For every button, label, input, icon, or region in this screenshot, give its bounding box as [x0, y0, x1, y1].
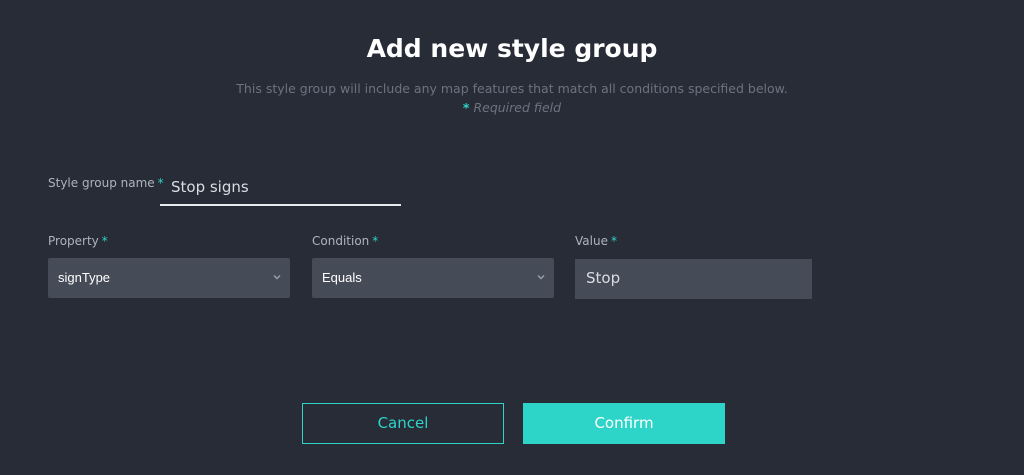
value-label: Value * [575, 234, 617, 248]
required-star: * [462, 100, 470, 115]
style-group-name-label-text: Style group name [48, 176, 155, 190]
condition-select-value: Equals [322, 270, 362, 285]
property-label: Property * [48, 234, 108, 248]
dialog-title: Add new style group [366, 34, 658, 63]
condition-label-text: Condition [312, 234, 370, 248]
required-star: * [101, 234, 108, 248]
condition-label: Condition * [312, 234, 378, 248]
confirm-button[interactable]: Confirm [523, 403, 725, 444]
required-text: Required field [473, 100, 562, 115]
value-input-value: Stop [586, 269, 621, 287]
chevron-down-icon [273, 275, 281, 280]
required-field-note: * Required field [0, 100, 1024, 115]
dialog-subtitle: This style group will include any map fe… [236, 81, 788, 96]
value-input[interactable]: Stop [575, 259, 812, 299]
property-select-value: signType [58, 270, 111, 285]
chevron-down-icon [537, 275, 545, 280]
value-label-text: Value [575, 234, 608, 248]
cancel-button[interactable]: Cancel [302, 403, 504, 444]
style-group-name-label: Style group name * [48, 176, 164, 190]
condition-select[interactable]: Equals [312, 258, 554, 298]
style-group-name-input[interactable]: Stop signs [160, 172, 401, 206]
required-star: * [372, 234, 379, 248]
property-label-text: Property [48, 234, 99, 248]
property-select[interactable]: signType [48, 258, 290, 298]
required-star: * [610, 234, 617, 248]
style-group-name-value: Stop signs [171, 178, 249, 196]
